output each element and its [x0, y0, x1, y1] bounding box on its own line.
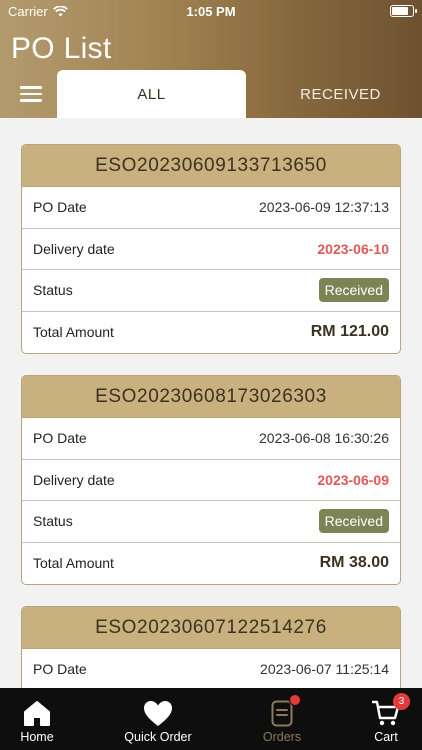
po-list[interactable]: ESO20230609133713650 PO Date 2023-06-09 …: [0, 118, 422, 688]
total-amount-label: Total Amount: [33, 555, 114, 572]
tabbar-home[interactable]: Home: [0, 688, 74, 750]
po-date-row: PO Date 2023-06-09 12:37:13: [22, 187, 400, 229]
tabbar-cart-label: Cart: [374, 730, 398, 744]
po-date-label: PO Date: [33, 430, 87, 447]
po-date-value: 2023-06-07 11:25:14: [260, 661, 389, 678]
po-number: ESO20230607122514276: [22, 607, 400, 649]
delivery-date-value: 2023-06-10: [317, 240, 389, 257]
total-amount-row: Total Amount RM 38.00: [22, 543, 400, 585]
po-number: ESO20230609133713650: [22, 145, 400, 187]
total-amount-label: Total Amount: [33, 324, 114, 341]
po-card[interactable]: ESO20230609133713650 PO Date 2023-06-09 …: [21, 144, 401, 354]
home-icon: [23, 697, 51, 729]
menu-icon[interactable]: [20, 86, 42, 102]
po-card[interactable]: ESO20230608173026303 PO Date 2023-06-08 …: [21, 375, 401, 585]
cart-badge: 3: [393, 693, 410, 710]
tabbar-quick-order-label: Quick Order: [124, 730, 192, 744]
page-title: PO List: [11, 32, 112, 65]
tabbar-home-label: Home: [20, 730, 54, 744]
total-amount-value: RM 38.00: [319, 554, 389, 572]
po-card[interactable]: ESO20230607122514276 PO Date 2023-06-07 …: [21, 606, 401, 688]
cart-icon: 3: [372, 693, 410, 729]
tabbar-orders-label: Orders: [262, 730, 302, 744]
bottom-tab-bar: Home Quick Order Orders 3 Cart: [0, 688, 422, 750]
po-date-row: PO Date 2023-06-07 11:25:14: [22, 649, 400, 688]
delivery-date-label: Delivery date: [33, 471, 115, 488]
status-label: Status: [33, 282, 73, 299]
po-number: ESO20230608173026303: [22, 376, 400, 418]
po-date-value: 2023-06-08 16:30:26: [259, 430, 389, 447]
tabbar-cart[interactable]: 3 Cart: [362, 688, 410, 750]
status-badge: Received: [318, 509, 389, 534]
heart-icon: [143, 697, 173, 729]
status-label: Status: [33, 513, 73, 530]
delivery-date-label: Delivery date: [33, 240, 115, 257]
tab-all[interactable]: ALL: [57, 70, 246, 118]
tab-received[interactable]: RECEIVED: [246, 70, 422, 118]
status-bar: Carrier 1:05 PM: [0, 0, 422, 24]
tabbar-orders[interactable]: Orders: [252, 688, 312, 750]
status-badge: Received: [318, 278, 389, 303]
po-date-label: PO Date: [33, 199, 87, 216]
status-time: 1:05 PM: [186, 4, 236, 19]
delivery-date-row: Delivery date 2023-06-10: [22, 229, 400, 270]
header: Carrier 1:05 PM PO List ALL RECEIVED: [0, 0, 422, 118]
status-row: Status Received: [22, 501, 400, 543]
delivery-date-value: 2023-06-09: [317, 471, 389, 488]
tabbar-quick-order[interactable]: Quick Order: [111, 688, 205, 750]
battery-icon: [390, 5, 417, 17]
po-date-value: 2023-06-09 12:37:13: [259, 199, 389, 216]
total-amount-value: RM 121.00: [310, 323, 389, 341]
total-amount-row: Total Amount RM 121.00: [22, 312, 400, 354]
status-row: Status Received: [22, 270, 400, 312]
delivery-date-row: Delivery date 2023-06-09: [22, 460, 400, 501]
orders-icon: [271, 694, 301, 729]
po-date-row: PO Date 2023-06-08 16:30:26: [22, 418, 400, 460]
notification-dot: [289, 694, 301, 706]
po-date-label: PO Date: [33, 661, 87, 678]
